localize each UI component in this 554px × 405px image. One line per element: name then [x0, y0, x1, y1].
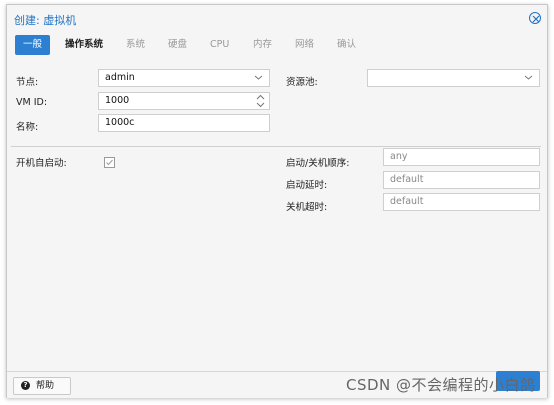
autostart-label: 开机自启动: — [16, 158, 67, 169]
order-placeholder: any — [390, 151, 408, 162]
tab-general[interactable]: 一般 — [15, 35, 51, 55]
watermark: CSDN @不会编程的小白鸽 — [346, 376, 536, 394]
tab-system[interactable]: 系统 — [118, 35, 153, 55]
shutdown-timeout-input[interactable]: default — [383, 193, 540, 211]
checkmark-icon — [106, 159, 113, 166]
shutdown-timeout-placeholder: default — [390, 196, 424, 207]
pool-select[interactable] — [367, 69, 540, 87]
vmid-label: VM ID: — [16, 97, 48, 108]
startup-delay-input[interactable]: default — [383, 171, 540, 189]
dialog-title: 创建: 虚拟机 — [14, 14, 77, 27]
vmid-value: 1000 — [105, 95, 130, 106]
chevron-down-icon — [254, 75, 263, 80]
tab-disk[interactable]: 硬盘 — [160, 35, 195, 55]
section-divider — [11, 146, 541, 147]
dialog-titlebar: 创建: 虚拟机 — [7, 5, 547, 33]
spinner-arrows-icon[interactable] — [256, 94, 265, 108]
close-icon[interactable] — [529, 12, 541, 24]
node-select[interactable]: admin — [98, 69, 270, 87]
tab-confirm[interactable]: 确认 — [329, 35, 364, 55]
help-button[interactable]: ? 帮助 — [13, 377, 71, 395]
help-label: 帮助 — [36, 381, 55, 391]
tab-memory[interactable]: 内存 — [245, 35, 280, 55]
name-value: 1000c — [105, 117, 135, 128]
create-vm-dialog: 创建: 虚拟机 一般 操作系统 系统 硬盘 CPU 内存 网络 确认 节点: a… — [6, 4, 548, 398]
startup-delay-placeholder: default — [390, 174, 424, 185]
chevron-down-icon — [524, 75, 533, 80]
vmid-spinner[interactable]: 1000 — [98, 92, 270, 110]
shutdown-timeout-label: 关机超时: — [286, 202, 328, 213]
tab-cpu[interactable]: CPU — [202, 35, 237, 55]
order-label: 启动/关机顺序: — [286, 158, 350, 169]
tab-os[interactable]: 操作系统 — [57, 35, 111, 55]
startup-delay-label: 启动延时: — [286, 180, 328, 191]
name-label: 名称: — [16, 122, 39, 133]
order-input[interactable]: any — [383, 148, 540, 166]
tab-network[interactable]: 网络 — [287, 35, 322, 55]
wizard-tabs: 一般 操作系统 系统 硬盘 CPU 内存 网络 确认 — [7, 35, 547, 57]
name-input[interactable]: 1000c — [98, 114, 270, 132]
autostart-checkbox[interactable] — [104, 157, 115, 168]
question-circle-icon: ? — [21, 381, 30, 390]
node-label: 节点: — [16, 77, 39, 88]
node-value: admin — [105, 72, 135, 83]
pool-label: 资源池: — [286, 77, 318, 88]
